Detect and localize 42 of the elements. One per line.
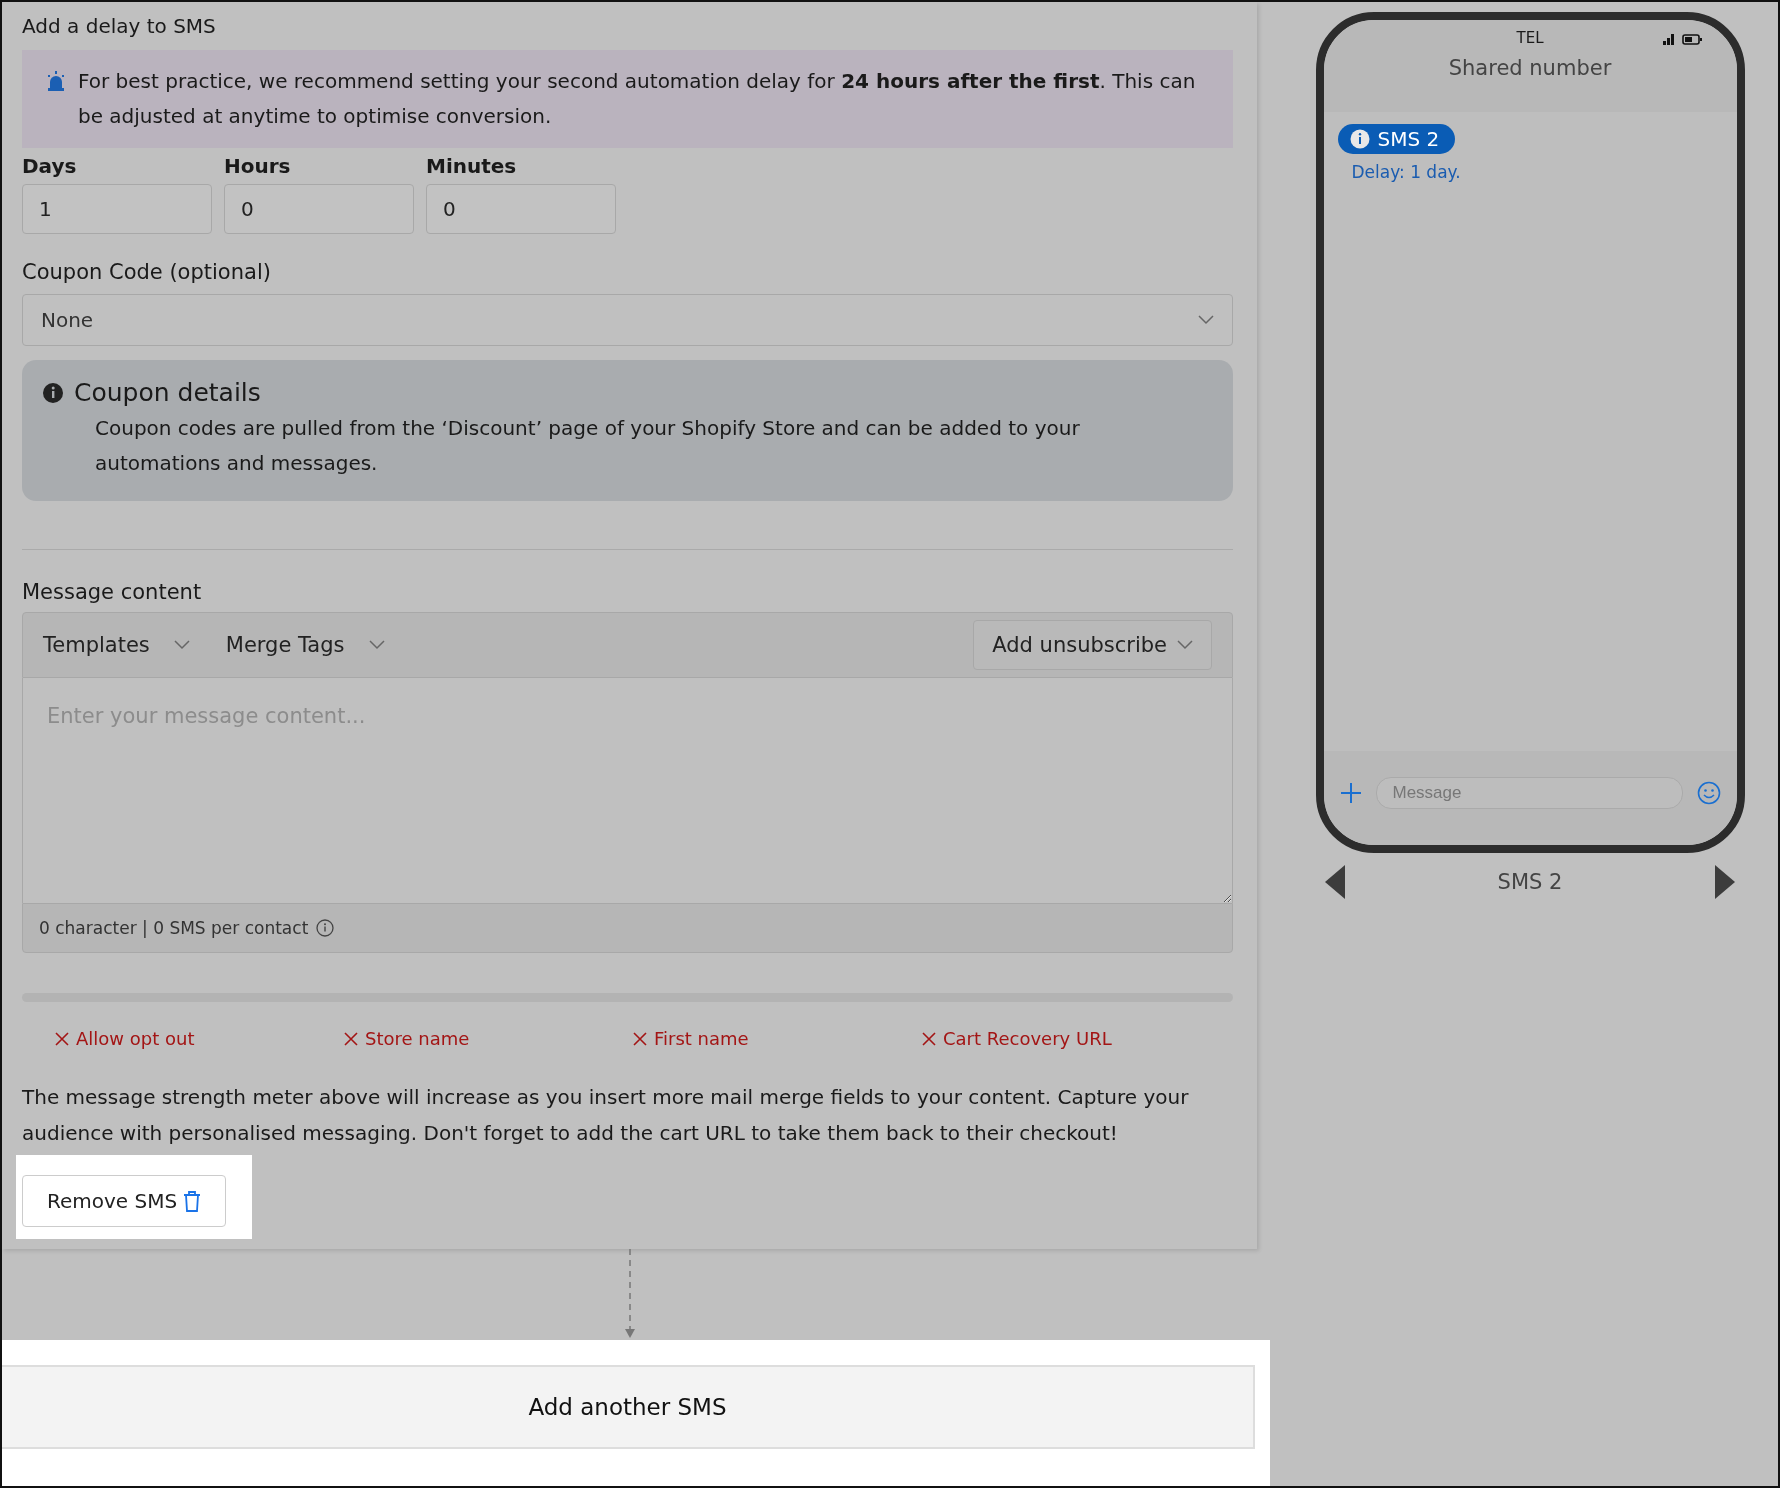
tip-text: For best practice, we recommend setting your second automation delay for 24 hours after the first. This can be adjusted at anytime to optimise conversion.: [78, 68, 1197, 130]
help-text: The message strength meter above will increase as you insert more mail merge fields to your content. Capture your audience with personalised messaging. Don't forget to add the cart URL to take them back to their checkout!: [22, 1084, 1190, 1147]
carrier-label: TEL: [1516, 29, 1544, 47]
details-title: Coupon details: [74, 378, 261, 407]
remove-sms-button[interactable]: Remove SMS: [22, 1175, 227, 1227]
toolbar-dropdown[interactable]: Templates: [43, 633, 190, 657]
section-title: Add a delay to SMS: [22, 14, 217, 38]
field-label: Message content: [22, 580, 202, 604]
delay-input[interactable]: 0: [426, 184, 616, 234]
field-label: Hours: [224, 154, 292, 178]
coupon-select[interactable]: None: [22, 294, 1233, 346]
preview-label: SMS 2: [1497, 870, 1563, 894]
trash-icon: [183, 1190, 202, 1212]
next-button[interactable]: [1713, 865, 1735, 899]
chevron-down-icon: [173, 640, 190, 650]
alarm-icon: [46, 71, 66, 91]
chevron-down-icon: [1177, 640, 1193, 650]
field-label: Minutes: [426, 154, 518, 178]
field-label: Days: [22, 154, 78, 178]
previous-button[interactable]: [1325, 865, 1347, 899]
delay-input[interactable]: 1: [22, 184, 212, 234]
checklist-label: Store name: [365, 1028, 470, 1049]
info-icon: [316, 919, 335, 937]
info-icon: [42, 381, 64, 404]
delay-input[interactable]: 0: [224, 184, 414, 234]
details-text: Coupon codes are pulled from the ‘Discount’ page of your Shopify Store and can be added to your automations and messages.: [94, 415, 1081, 477]
toolbar-dropdown[interactable]: Merge Tags: [225, 633, 385, 657]
sms-badge: SMS 2: [1337, 124, 1456, 154]
checklist-label: Cart Recovery URL: [943, 1028, 1112, 1049]
unsubscribe-dropdown[interactable]: Add unsubscribe: [973, 620, 1212, 670]
checklist-label: First name: [654, 1028, 749, 1049]
message-input[interactable]: Message: [1375, 777, 1683, 809]
counter-text: 0 character | 0 SMS per contact: [39, 918, 309, 938]
delay-text: Delay: 1 day.: [1351, 162, 1462, 182]
add-sms-button[interactable]: Add another SMS: [2, 1365, 1255, 1449]
field-label: Coupon Code (optional): [22, 260, 271, 284]
conversation-title: Shared number: [1448, 56, 1612, 80]
plus-icon[interactable]: [1339, 782, 1362, 804]
emoji-icon[interactable]: [1696, 781, 1721, 805]
checklist-label: Allow opt out: [76, 1028, 195, 1049]
chevron-down-icon: [368, 640, 385, 650]
chevron-down-icon: [1198, 315, 1214, 325]
